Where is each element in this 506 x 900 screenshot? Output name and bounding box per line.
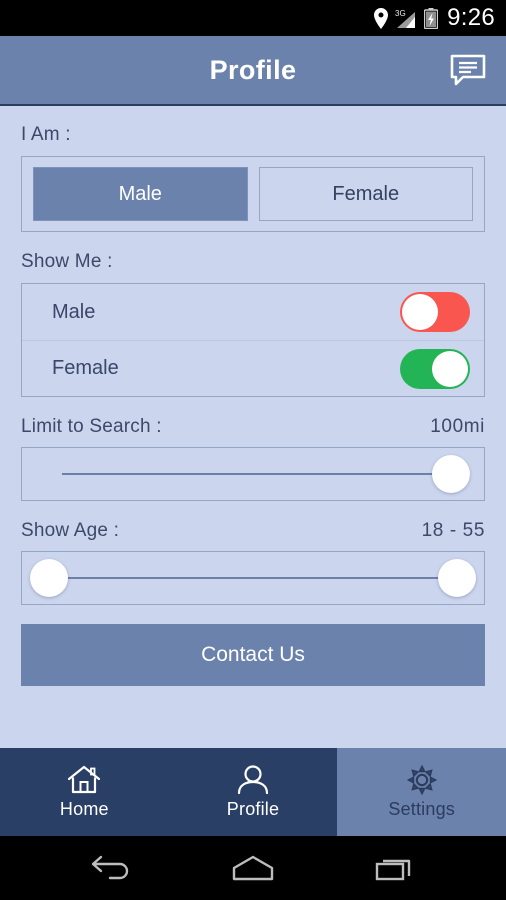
limit-to-search-label: Limit to Search :	[21, 416, 162, 437]
i-am-options: Male Female	[21, 156, 485, 232]
toggle-knob	[402, 294, 438, 330]
status-icon-group: 3G	[374, 7, 439, 29]
i-am-label: I Am :	[21, 124, 71, 145]
slider-handle-age-min[interactable]	[30, 559, 68, 597]
show-age-label: Show Age :	[21, 520, 120, 541]
show-age-value: 18 - 55	[421, 520, 485, 541]
signal-bars-icon: 3G	[395, 9, 416, 28]
slider-handle-distance[interactable]	[432, 455, 470, 493]
gear-icon	[406, 764, 437, 796]
battery-charging-icon	[424, 7, 439, 29]
status-bar: 3G 9:26	[0, 0, 506, 36]
recents-icon[interactable]	[365, 848, 425, 888]
tab-profile[interactable]: Profile	[169, 748, 338, 836]
tab-settings-label: Settings	[388, 799, 455, 819]
tab-home-label: Home	[59, 799, 109, 819]
show-age-header: Show Age : 18 - 55	[21, 520, 485, 542]
status-clock: 9:26	[447, 4, 495, 31]
location-pin-icon	[374, 7, 389, 29]
home-nav-icon[interactable]	[223, 848, 283, 888]
gender-option-female[interactable]: Female	[258, 167, 473, 221]
tab-profile-label: Profile	[226, 799, 280, 819]
limit-to-search-slider[interactable]	[21, 447, 485, 501]
page-title: Profile	[209, 54, 297, 85]
chat-bubble-icon[interactable]	[446, 50, 490, 90]
show-me-row-male: Male	[22, 284, 484, 340]
show-me-label: Show Me :	[21, 251, 113, 272]
show-me-female-toggle[interactable]	[400, 348, 470, 389]
app-screen: 3G 9:26 Profile I Am : Male Female Show …	[0, 0, 506, 900]
contact-us-button[interactable]: Contact Us	[21, 624, 485, 686]
back-icon[interactable]	[81, 848, 141, 888]
svg-text:3G: 3G	[395, 9, 406, 18]
tab-settings[interactable]: Settings	[337, 748, 506, 836]
limit-to-search-header: Limit to Search : 100mi	[21, 416, 485, 438]
bottom-tab-bar: Home Profile Settings	[0, 748, 506, 836]
slider-track	[62, 473, 438, 475]
limit-to-search-value: 100mi	[430, 416, 485, 437]
toggle-knob	[432, 350, 468, 387]
android-nav-bar	[0, 836, 506, 900]
show-age-range-slider[interactable]	[21, 551, 485, 605]
show-me-row-female: Female	[22, 340, 484, 396]
show-me-male-label: Male	[52, 300, 96, 323]
slider-handle-age-max[interactable]	[438, 559, 476, 597]
tab-home[interactable]: Home	[0, 748, 169, 836]
settings-content: I Am : Male Female Show Me : Male Female	[0, 106, 506, 748]
show-me-female-label: Female	[52, 357, 119, 379]
slider-track	[50, 577, 456, 579]
person-icon	[237, 765, 269, 795]
home-icon	[68, 765, 101, 794]
show-me-options: Male Female	[21, 283, 485, 397]
gender-option-male[interactable]: Male	[33, 167, 248, 221]
show-me-male-toggle[interactable]	[400, 292, 470, 332]
app-header: Profile	[0, 36, 506, 106]
